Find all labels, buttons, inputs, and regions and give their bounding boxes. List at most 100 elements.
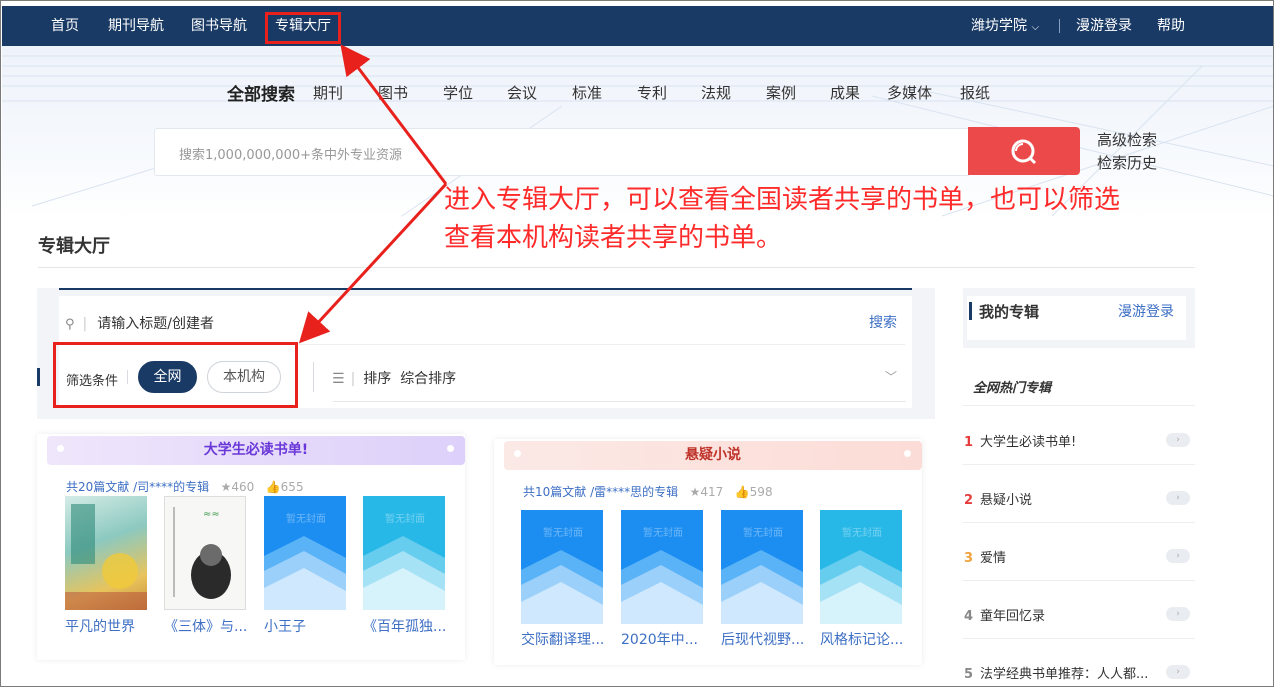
book-title[interactable]: 小王子 <box>264 616 306 636</box>
my-albums-title: 我的专辑 <box>979 303 1040 321</box>
book-cover-placeholder[interactable]: 暂无封面 <box>264 496 346 610</box>
institution-name: 潍坊学院 <box>971 18 1027 34</box>
book-cover[interactable] <box>65 496 147 610</box>
divider: | <box>82 316 88 332</box>
panel-accent-line <box>59 288 912 290</box>
book-title[interactable]: 平凡的世界 <box>65 616 135 636</box>
search-type-journal[interactable]: 期刊 <box>313 82 343 103</box>
book-cover-placeholder[interactable]: 暂无封面 <box>363 496 445 610</box>
hot-album-item[interactable]: 4 童年回忆录 <box>964 605 1045 624</box>
star-count: 417 <box>700 485 724 499</box>
sidebar-login-link[interactable]: 漫游登录 <box>1118 301 1174 321</box>
star-icon: ★ <box>681 485 701 499</box>
rank-number: 1 <box>964 435 974 450</box>
chevron-down-icon: ⌵ <box>1031 22 1040 33</box>
search-type-book[interactable]: 图书 <box>378 82 408 103</box>
book-title[interactable]: 《三体》与... <box>164 616 247 636</box>
institution-select[interactable]: 潍坊学院 ⌵ <box>971 6 1039 46</box>
hot-album-title: 大学生必读书单! <box>980 435 1077 450</box>
svg-text:≈≈: ≈≈ <box>203 509 220 520</box>
book-cover[interactable]: ≈≈ <box>164 496 246 610</box>
search-icon <box>1011 139 1037 165</box>
search-type-newspaper[interactable]: 报纸 <box>960 82 990 103</box>
hot-albums-title: 全网热门专辑 <box>973 381 1052 396</box>
cover-watermark: 暂无封面 <box>842 528 882 539</box>
section-mark <box>37 368 40 386</box>
my-albums-panel: 我的专辑 漫游登录 <box>963 288 1195 348</box>
advanced-search-link[interactable]: 高级检索 <box>1097 129 1157 150</box>
chevron-right-icon[interactable]: › <box>1166 549 1190 563</box>
search-type-case[interactable]: 案例 <box>766 82 796 103</box>
chevron-right-icon[interactable]: › <box>1166 491 1190 505</box>
hot-album-title: 童年回忆录 <box>980 609 1046 624</box>
book-title[interactable]: 后现代视野... <box>721 629 804 649</box>
book-cover-art: ≈≈ <box>173 507 231 599</box>
hot-album-item[interactable]: 1 大学生必读书单! <box>964 431 1076 450</box>
sort-icon: ☰ <box>332 371 345 387</box>
nav-login[interactable]: 漫游登录 <box>1076 6 1132 46</box>
annotation-line-2: 查看本机构读者共享的书单。 <box>444 223 783 253</box>
book-title[interactable]: 2020年中... <box>621 629 698 649</box>
chevron-down-icon[interactable]: ﹀ <box>885 368 897 385</box>
search-type-multimedia[interactable]: 多媒体 <box>887 82 932 103</box>
rank-number: 4 <box>964 609 974 624</box>
thumb-up-icon: 👍 <box>727 485 750 499</box>
book-cover-placeholder[interactable]: 暂无封面 <box>521 510 603 624</box>
hot-album-item[interactable]: 5 法学经典书单推荐：人人都... <box>964 663 1148 682</box>
divider: | <box>350 371 356 387</box>
nav-journals[interactable]: 期刊导航 <box>108 6 164 46</box>
decor-dot <box>514 450 521 457</box>
album-title[interactable]: 大学生必读书单! <box>47 436 465 465</box>
main-search-input[interactable]: 搜索1,000,000,000+条中外专业资源 <box>154 128 969 176</box>
book-cover-placeholder[interactable]: 暂无封面 <box>721 510 803 624</box>
search-type-degree[interactable]: 学位 <box>443 82 473 103</box>
hot-album-item[interactable]: 2 悬疑小说 <box>964 489 1032 508</box>
book-title[interactable]: 交际翻译理... <box>521 629 604 649</box>
search-type-conference[interactable]: 会议 <box>507 82 537 103</box>
nav-home[interactable]: 首页 <box>51 6 79 46</box>
like-count: 598 <box>749 485 773 499</box>
album-card[interactable]: 悬疑小说 共10篇文献 /雷****思的专辑 ★417 👍598 暂无封面 暂无… <box>494 439 922 665</box>
chevron-right-icon[interactable]: › <box>1166 433 1190 447</box>
search-type-all[interactable]: 全部搜索 <box>227 80 295 105</box>
chevron-right-icon[interactable]: › <box>1166 607 1190 621</box>
book-title[interactable]: 《百年孤独... <box>363 616 446 636</box>
search-type-standard[interactable]: 标准 <box>572 82 602 103</box>
divider <box>333 401 906 402</box>
search-history-link[interactable]: 检索历史 <box>1097 152 1157 173</box>
divider <box>963 522 1195 523</box>
nav-help[interactable]: 帮助 <box>1157 6 1185 46</box>
album-meta-text[interactable]: 共10篇文献 /雷****思的专辑 <box>523 485 678 499</box>
search-icon: ⚲ <box>65 317 75 332</box>
album-meta: 共10篇文献 /雷****思的专辑 ★417 👍598 <box>523 483 773 500</box>
search-placeholder: 搜索1,000,000,000+条中外专业资源 <box>179 148 402 163</box>
divider <box>38 267 1195 268</box>
rank-number: 3 <box>964 551 974 566</box>
search-type-law[interactable]: 法规 <box>701 82 731 103</box>
search-type-achievement[interactable]: 成果 <box>830 82 860 103</box>
search-button[interactable] <box>968 127 1080 175</box>
divider <box>963 464 1195 465</box>
album-search-input[interactable]: ⚲ | 请输入标题/创建者 <box>65 313 214 333</box>
album-meta-text[interactable]: 共20篇文献 /司****的专辑 <box>66 480 209 494</box>
decor-dot <box>57 445 64 452</box>
search-type-patent[interactable]: 专利 <box>637 82 667 103</box>
sort-select[interactable]: ☰ | 排序 综合排序 <box>332 368 456 388</box>
cover-watermark: 暂无封面 <box>286 514 326 525</box>
hot-album-item[interactable]: 3 爱情 <box>964 547 1006 566</box>
book-cover-placeholder[interactable]: 暂无封面 <box>621 510 703 624</box>
like-count: 655 <box>280 480 304 494</box>
nav-books[interactable]: 图书导航 <box>191 6 247 46</box>
book-cover-placeholder[interactable]: 暂无封面 <box>820 510 902 624</box>
album-card[interactable]: 大学生必读书单! 共20篇文献 /司****的专辑 ★460 👍655 ≈≈ 暂… <box>37 434 465 660</box>
annotation-text: 进入专辑大厅，可以查看全国读者共享的书单，也可以筛选 查看本机构读者共享的书单。 <box>444 181 1244 257</box>
decor-dot <box>904 450 911 457</box>
album-search-placeholder: 请输入标题/创建者 <box>97 316 214 332</box>
book-title[interactable]: 风格标记论... <box>820 629 903 649</box>
album-title[interactable]: 悬疑小说 <box>504 441 922 470</box>
divider <box>963 638 1195 639</box>
album-search-button[interactable]: 搜索 <box>869 312 897 332</box>
chevron-right-icon[interactable]: › <box>1166 665 1190 679</box>
annotation-line-1: 进入专辑大厅，可以查看全国读者共享的书单，也可以筛选 <box>444 185 1121 215</box>
thumb-up-icon: 👍 <box>258 480 281 494</box>
